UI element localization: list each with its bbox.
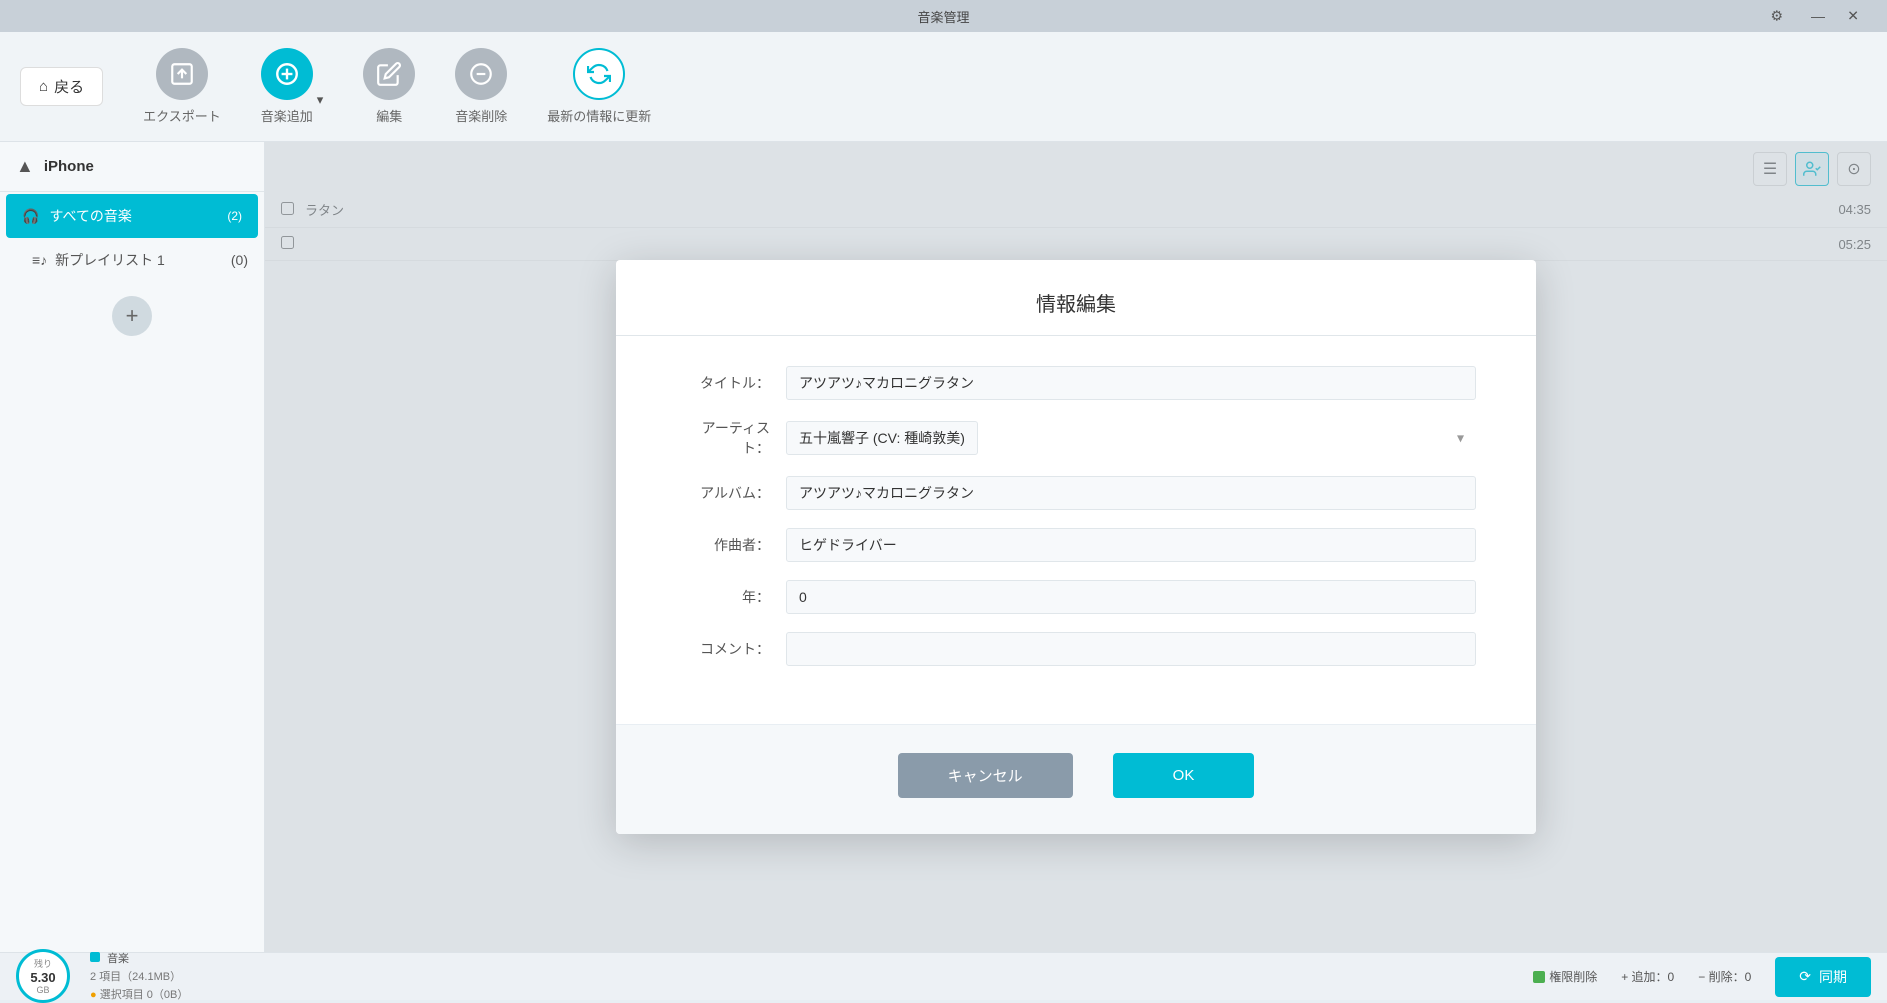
dialog-footer: キャンセル OK bbox=[616, 724, 1536, 834]
storage-info: 音楽 2 項目（24.1MB） ● 選択項目 0（0B） bbox=[90, 950, 188, 1002]
gear-icon[interactable]: ⚙ bbox=[1764, 4, 1789, 29]
delete-music-icon bbox=[455, 48, 507, 100]
minimize-button[interactable]: — bbox=[1805, 4, 1831, 28]
year-label: 年： bbox=[676, 587, 786, 607]
artist-label: アーティスト： bbox=[676, 418, 786, 458]
app-title: 音楽管理 bbox=[917, 7, 969, 26]
update-icon bbox=[573, 48, 625, 100]
add-music-button[interactable]: 音楽追加 bbox=[261, 48, 313, 125]
year-input[interactable] bbox=[786, 580, 1476, 614]
comment-input[interactable] bbox=[786, 632, 1476, 666]
home-icon: ⌂ bbox=[39, 78, 48, 95]
album-label: アルバム： bbox=[676, 483, 786, 503]
title-row: タイトル： bbox=[676, 366, 1476, 400]
ok-button[interactable]: OK bbox=[1113, 753, 1255, 798]
add-playlist-button[interactable]: + bbox=[112, 296, 152, 336]
add-music-dropdown-arrow[interactable]: ▾ bbox=[317, 92, 324, 108]
cancel-button[interactable]: キャンセル bbox=[898, 753, 1073, 798]
titlebar: 音楽管理 ⚙ — ✕ bbox=[0, 0, 1887, 32]
device-item: ▲ iPhone bbox=[0, 142, 264, 192]
sidebar-item-all-music[interactable]: 🎧 すべての音楽 (2) bbox=[6, 194, 258, 238]
export-icon bbox=[156, 48, 208, 100]
sync-icon: ⟳ bbox=[1799, 968, 1811, 985]
storage-indicator: 残り 5.30 GB bbox=[16, 949, 70, 1003]
permission-dot bbox=[1533, 971, 1545, 983]
main-area: ▲ iPhone 🎧 すべての音楽 (2) ≡♪ 新プレイリスト 1 (0) +… bbox=[0, 142, 1887, 952]
statusbar: 残り 5.30 GB 音楽 2 項目（24.1MB） ● 選択項目 0（0B） … bbox=[0, 952, 1887, 1000]
composer-input[interactable] bbox=[786, 528, 1476, 562]
delete-music-button[interactable]: 音楽削除 bbox=[455, 48, 507, 125]
export-button[interactable]: エクスポート bbox=[143, 48, 221, 125]
dialog-title: 情報編集 bbox=[616, 260, 1536, 336]
add-music-icon bbox=[261, 48, 313, 100]
edit-info-dialog: 情報編集 タイトル： アーティスト： 五十嵐響子 (CV: 種崎敦美) ▾ bbox=[616, 260, 1536, 834]
album-row: アルバム： bbox=[676, 476, 1476, 510]
device-icon: ▲ bbox=[16, 156, 34, 177]
select-arrow-icon: ▾ bbox=[1457, 430, 1464, 447]
content-area: ☰ ⊙ ラタン 04:35 05:25 bbox=[265, 142, 1887, 952]
music-dot bbox=[90, 952, 100, 962]
playlist-icon: ≡♪ bbox=[32, 252, 47, 268]
sidebar: ▲ iPhone 🎧 すべての音楽 (2) ≡♪ 新プレイリスト 1 (0) + bbox=[0, 142, 265, 952]
comment-label: コメント： bbox=[676, 639, 786, 659]
artist-select[interactable]: 五十嵐響子 (CV: 種崎敦美) bbox=[786, 421, 978, 455]
dialog-body: タイトル： アーティスト： 五十嵐響子 (CV: 種崎敦美) ▾ アルバム： bbox=[616, 336, 1536, 724]
device-name: iPhone bbox=[44, 158, 94, 175]
back-button[interactable]: ⌂ 戻る bbox=[20, 67, 103, 106]
comment-row: コメント： bbox=[676, 632, 1476, 666]
toolbar: ⌂ 戻る エクスポート 音楽追加 ▾ bbox=[0, 32, 1887, 142]
title-label: タイトル： bbox=[676, 373, 786, 393]
close-button[interactable]: ✕ bbox=[1841, 4, 1865, 29]
sync-button[interactable]: ⟳ 同期 bbox=[1775, 957, 1871, 997]
add-music-group: 音楽追加 ▾ bbox=[261, 48, 324, 125]
headphone-icon: 🎧 bbox=[22, 208, 39, 225]
permission-indicator: 権限削除 bbox=[1533, 968, 1597, 985]
title-input[interactable] bbox=[786, 366, 1476, 400]
composer-row: 作曲者： bbox=[676, 528, 1476, 562]
artist-row: アーティスト： 五十嵐響子 (CV: 種崎敦美) ▾ bbox=[676, 418, 1476, 458]
album-input[interactable] bbox=[786, 476, 1476, 510]
status-right: 権限削除 + 追加：0 − 削除：0 ⟳ 同期 bbox=[1533, 957, 1871, 997]
edit-button[interactable]: 編集 bbox=[363, 48, 415, 125]
composer-label: 作曲者： bbox=[676, 535, 786, 555]
sidebar-item-playlist[interactable]: ≡♪ 新プレイリスト 1 (0) bbox=[0, 240, 264, 280]
edit-icon bbox=[363, 48, 415, 100]
update-button[interactable]: 最新の情報に更新 bbox=[547, 48, 651, 125]
year-row: 年： bbox=[676, 580, 1476, 614]
